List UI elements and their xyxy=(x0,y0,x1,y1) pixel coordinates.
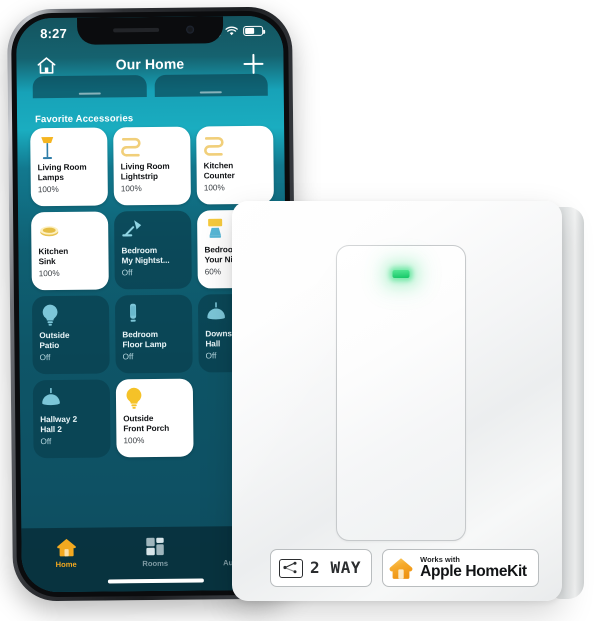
accessory-name: Bedroom My Nightst... xyxy=(121,245,170,266)
homekit-text: Works with Apple HomeKit xyxy=(420,556,527,580)
accessory-state: 100% xyxy=(37,185,59,195)
accessory-state: Off xyxy=(122,352,134,362)
earpiece-speaker-icon xyxy=(112,27,159,33)
accessory-name: Outside Patio xyxy=(39,330,70,351)
lightstrip-icon xyxy=(120,134,183,161)
accessory-name: Outside Front Porch xyxy=(123,413,170,434)
accessory-tile[interactable]: Outside Front Porch 100% xyxy=(115,378,194,458)
torch-lamp-icon xyxy=(122,302,185,329)
tab-home[interactable]: Home xyxy=(21,527,111,592)
phone-notch xyxy=(76,16,223,45)
accessory-name: Kitchen Counter xyxy=(203,161,235,181)
rooms-grid-icon xyxy=(110,536,199,557)
house-icon xyxy=(21,536,110,557)
accessory-tile[interactable]: Living Room Lamps 100% xyxy=(30,127,108,207)
smart-wall-switch: 2 WAY Works with Apple HomeKit xyxy=(232,201,584,605)
front-camera-icon xyxy=(185,25,194,34)
switch-faceplate: 2 WAY Works with Apple HomeKit xyxy=(232,201,562,601)
accessory-state: Off xyxy=(40,437,52,447)
floor-lamp-icon xyxy=(37,135,100,162)
wiring-diagram-icon xyxy=(279,558,303,578)
accessory-tile[interactable]: Kitchen Sink 100% xyxy=(31,211,109,291)
desk-lamp-icon xyxy=(121,218,184,245)
pendant-light-icon xyxy=(40,387,103,414)
bulb-icon xyxy=(123,386,186,413)
battery-icon xyxy=(243,25,264,37)
section-heading: Favorite Accessories xyxy=(35,113,134,126)
certification-badges: 2 WAY Works with Apple HomeKit xyxy=(270,549,539,587)
accessory-tile[interactable]: Bedroom My Nightst... Off xyxy=(114,210,192,290)
home-app-navbar: Our Home xyxy=(16,52,283,85)
homekit-works-with-label: Works with xyxy=(420,555,460,565)
status-led-icon xyxy=(392,270,410,278)
status-bar-time: 8:27 xyxy=(40,25,68,42)
accessory-name: Living Room Lightstrip xyxy=(120,161,170,182)
accessory-state: 100% xyxy=(123,436,145,446)
wifi-icon xyxy=(225,26,238,36)
accessory-state: Off xyxy=(121,268,133,278)
accessory-state: 100% xyxy=(203,183,225,193)
accessory-name: Bedroom Floor Lamp xyxy=(122,329,167,350)
two-way-badge: 2 WAY xyxy=(270,549,373,587)
two-way-label: 2 WAY xyxy=(310,558,362,577)
accessory-tile[interactable]: Bedroom Floor Lamp Off xyxy=(114,294,193,374)
product-photo-scene: 8:27 Our Home Favorite Accessories Livin… xyxy=(0,0,600,621)
accessory-name: Kitchen Sink xyxy=(38,246,69,267)
accessory-state: 100% xyxy=(120,184,142,194)
bulb-icon xyxy=(39,303,102,330)
accessory-tile[interactable]: Hallway 2 Hall 2 Off xyxy=(32,379,111,459)
accessory-name: Living Room Lamps xyxy=(37,162,87,183)
accessory-tile[interactable]: Kitchen Counter 100% xyxy=(196,125,274,205)
accessory-state: Off xyxy=(39,353,51,363)
recessed-light-icon xyxy=(38,219,101,246)
switch-rocker-button[interactable] xyxy=(336,245,466,541)
accessory-tile[interactable]: Living Room Lightstrip 100% xyxy=(113,126,191,206)
tab-label: Home xyxy=(55,559,77,570)
homekit-brand-label: Apple HomeKit xyxy=(420,563,527,581)
homekit-house-icon xyxy=(389,557,413,580)
accessory-tile[interactable]: Outside Patio Off xyxy=(31,295,110,375)
tab-label: Rooms xyxy=(142,558,169,569)
accessory-name: Hallway 2 Hall 2 xyxy=(40,414,78,435)
lightstrip-icon xyxy=(203,133,266,160)
apple-homekit-badge: Works with Apple HomeKit xyxy=(382,549,539,587)
accessory-state: 100% xyxy=(38,269,60,279)
plus-icon[interactable] xyxy=(243,54,263,74)
